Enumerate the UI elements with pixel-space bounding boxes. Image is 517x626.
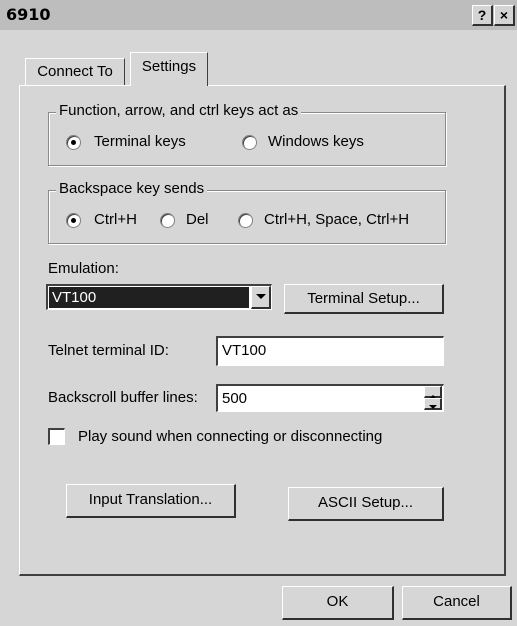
emulation-label: Emulation: xyxy=(48,260,119,277)
radio-windows-keys[interactable] xyxy=(242,135,257,150)
radio-ctrl-h[interactable] xyxy=(66,213,81,228)
sound-checkbox-label[interactable]: Play sound when connecting or disconnect… xyxy=(78,428,382,445)
ok-button[interactable]: OK xyxy=(282,586,394,620)
spin-down-icon[interactable] xyxy=(424,398,442,410)
function-keys-legend: Function, arrow, and ctrl keys act as xyxy=(56,102,302,119)
backscroll-value: 500 xyxy=(222,390,248,407)
radio-ctrl-h-space[interactable] xyxy=(238,213,253,228)
backspace-legend: Backspace key sends xyxy=(56,180,208,197)
radio-ctrl-h-space-label[interactable]: Ctrl+H, Space, Ctrl+H xyxy=(264,211,409,228)
dropdown-arrow-icon[interactable] xyxy=(251,286,271,309)
radio-windows-keys-label[interactable]: Windows keys xyxy=(268,133,364,150)
backscroll-label: Backscroll buffer lines: xyxy=(48,389,198,406)
tab-settings[interactable]: Settings xyxy=(130,52,208,86)
telnet-id-label: Telnet terminal ID: xyxy=(48,342,169,359)
terminal-setup-button[interactable]: Terminal Setup... xyxy=(284,284,444,314)
emulation-select[interactable]: VT100 xyxy=(46,284,272,310)
emulation-value: VT100 xyxy=(49,287,249,308)
close-icon[interactable]: × xyxy=(494,5,515,26)
backscroll-field[interactable]: 500 xyxy=(216,384,444,412)
radio-terminal-keys-label[interactable]: Terminal keys xyxy=(94,133,186,150)
cancel-button[interactable]: Cancel xyxy=(402,586,512,620)
input-translation-button[interactable]: Input Translation... xyxy=(66,484,236,518)
help-icon[interactable]: ? xyxy=(472,5,493,26)
radio-del-label[interactable]: Del xyxy=(186,211,209,228)
radio-terminal-keys[interactable] xyxy=(66,135,81,150)
ascii-setup-button[interactable]: ASCII Setup... xyxy=(288,487,444,521)
spin-up-icon[interactable] xyxy=(424,386,442,399)
telnet-id-field[interactable]: VT100 xyxy=(216,336,444,366)
radio-del[interactable] xyxy=(160,213,175,228)
radio-ctrl-h-label[interactable]: Ctrl+H xyxy=(94,211,137,228)
tab-connect-to[interactable]: Connect To xyxy=(25,58,125,86)
sound-checkbox[interactable] xyxy=(48,428,65,445)
window-title: 6910 xyxy=(6,5,51,24)
title-bar: 6910 ? × xyxy=(0,0,517,30)
